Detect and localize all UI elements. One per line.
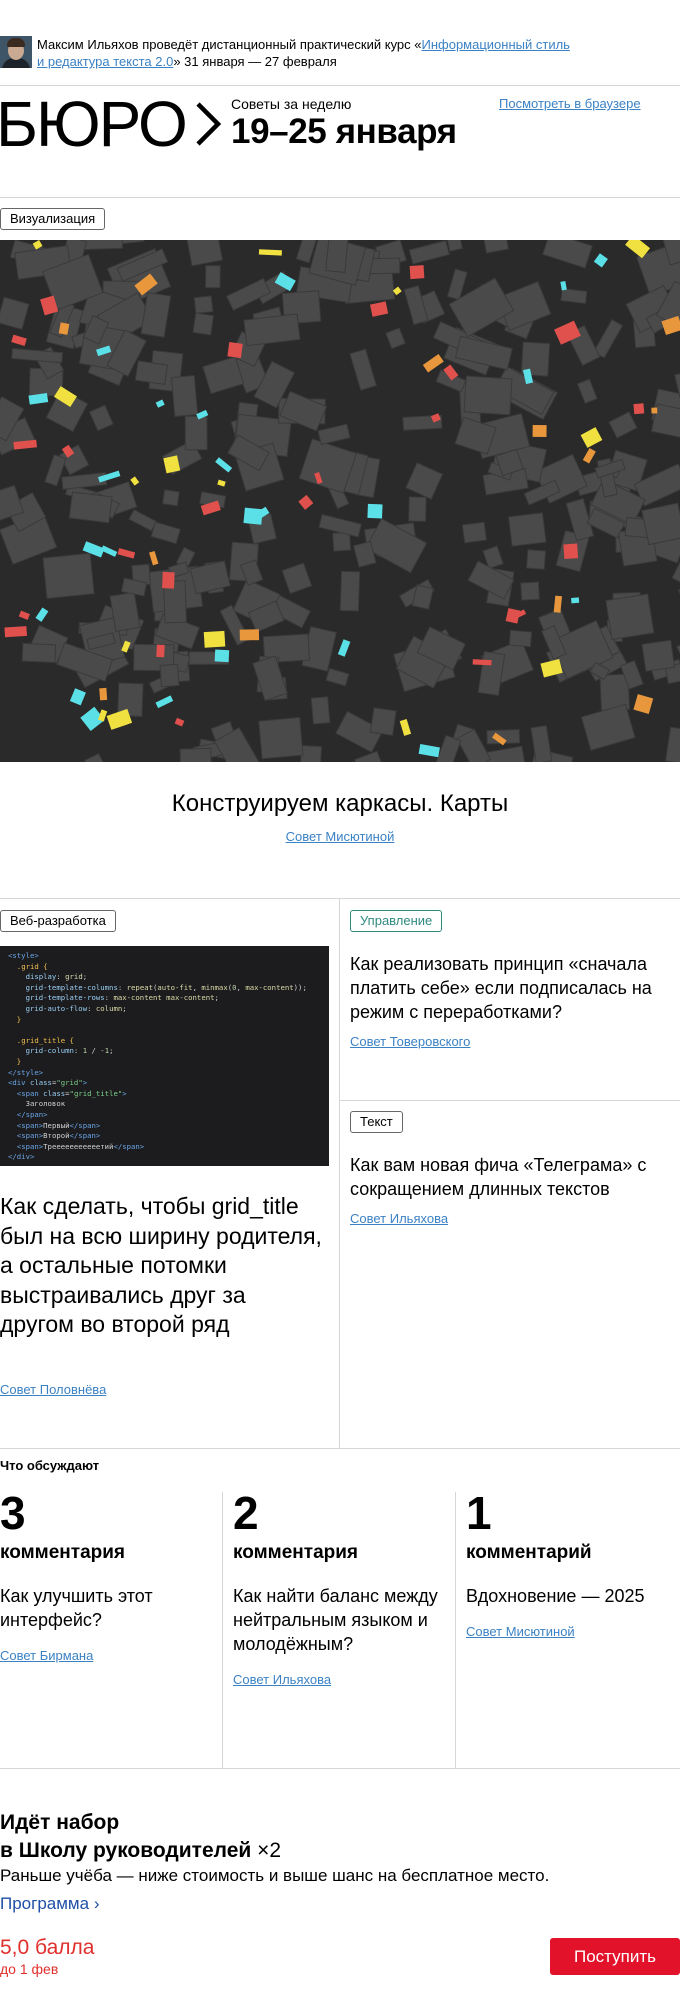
column-divider xyxy=(455,1492,456,1768)
svg-text:БЮРО: БЮРО xyxy=(0,90,186,156)
chevron-right-icon xyxy=(196,102,222,146)
comment-count: 3 xyxy=(0,1487,26,1539)
school-banner-title[interactable]: Идёт набор в Школу руководителей ×2 xyxy=(0,1809,281,1865)
tag-visualization[interactable]: Визуализация xyxy=(0,208,106,230)
tag-management[interactable]: Управление xyxy=(350,910,443,932)
grid-article-title[interactable]: Как сделать, чтобы grid_title был на всю… xyxy=(0,1192,325,1340)
buro-logo[interactable]: БЮРО xyxy=(0,90,226,156)
apply-button[interactable]: Поступить xyxy=(550,1938,680,1975)
comment-count: 2 xyxy=(233,1487,259,1539)
discussed-item[interactable]: 2 комментария Как найти баланс между ней… xyxy=(233,1490,453,1687)
featured-author-link[interactable]: Совет Мисютиной xyxy=(286,829,395,844)
comment-count-label: комментария xyxy=(0,1542,126,1563)
newsletter-page: Максим Ильяхов проведёт дистанционный пр… xyxy=(0,0,680,2013)
author-avatar xyxy=(0,36,32,68)
divider xyxy=(0,898,680,899)
comment-count-label: комментарий xyxy=(466,1542,592,1563)
grid-article-author-link[interactable]: Совет Половнёва xyxy=(0,1382,106,1397)
divider xyxy=(0,1768,680,1769)
tag-text[interactable]: Текст xyxy=(350,1111,403,1133)
discussed-heading: Что обсуждают xyxy=(0,1458,100,1473)
promo-banner: Максим Ильяхов проведёт дистанционный пр… xyxy=(0,36,680,70)
tag-web-development[interactable]: Веб-разработка xyxy=(0,910,116,932)
discussed-item[interactable]: 3 комментария Как улучшить этот интерфей… xyxy=(0,1490,220,1663)
x2-badge: ×2 xyxy=(257,1839,282,1862)
header-date-range: 19–25 января xyxy=(231,112,457,151)
telegram-article-title[interactable]: Как вам новая фича «Телеграма» с сокраще… xyxy=(350,1153,670,1201)
score-value: 5,0 балла xyxy=(0,1936,95,1959)
discussed-item-author-link[interactable]: Совет Ильяхова xyxy=(233,1672,331,1687)
comment-count-label: комментария xyxy=(233,1542,359,1563)
map-illustration xyxy=(0,240,680,762)
featured-map-image[interactable] xyxy=(0,240,680,762)
view-in-browser-link[interactable]: Посмотреть в браузере xyxy=(499,96,641,111)
chevron-right-icon: › xyxy=(93,1894,100,1913)
school-subtitle: Раньше учёба — ниже стоимость и выше шан… xyxy=(0,1866,550,1885)
discussed-item-title[interactable]: Вдохновение — 2025 xyxy=(466,1584,680,1608)
promo-text: Максим Ильяхов проведёт дистанционный пр… xyxy=(37,37,570,69)
discussed-item[interactable]: 1 комментарий Вдохновение — 2025 Совет М… xyxy=(466,1490,680,1639)
divider xyxy=(0,197,680,198)
discussed-item-author-link[interactable]: Совет Мисютиной xyxy=(466,1624,575,1639)
management-article-author-link[interactable]: Совет Товеровского xyxy=(350,1034,470,1049)
code-snippet-image: <style> .grid { display: grid; grid-temp… xyxy=(0,946,329,1166)
column-divider xyxy=(339,898,340,1448)
score-deadline: до 1 фев xyxy=(0,1961,59,1977)
column-divider xyxy=(222,1492,223,1768)
discussed-item-author-link[interactable]: Совет Бирмана xyxy=(0,1648,93,1663)
divider xyxy=(339,1100,680,1101)
discussed-item-title[interactable]: Как улучшить этот интерфейс? xyxy=(0,1584,220,1632)
telegram-article-author-link[interactable]: Совет Ильяхова xyxy=(350,1211,448,1226)
featured-title[interactable]: Конструируем каркасы. Карты xyxy=(0,790,680,818)
divider xyxy=(0,85,680,86)
management-article-title[interactable]: Как реализовать принцип «сначала платить… xyxy=(350,952,670,1024)
header-kicker: Советы за неделю xyxy=(231,96,352,112)
comment-count: 1 xyxy=(466,1487,492,1539)
divider xyxy=(0,1448,680,1449)
discussed-item-title[interactable]: Как найти баланс между нейтральным языко… xyxy=(233,1584,453,1656)
program-link[interactable]: Программа › xyxy=(0,1894,99,1914)
